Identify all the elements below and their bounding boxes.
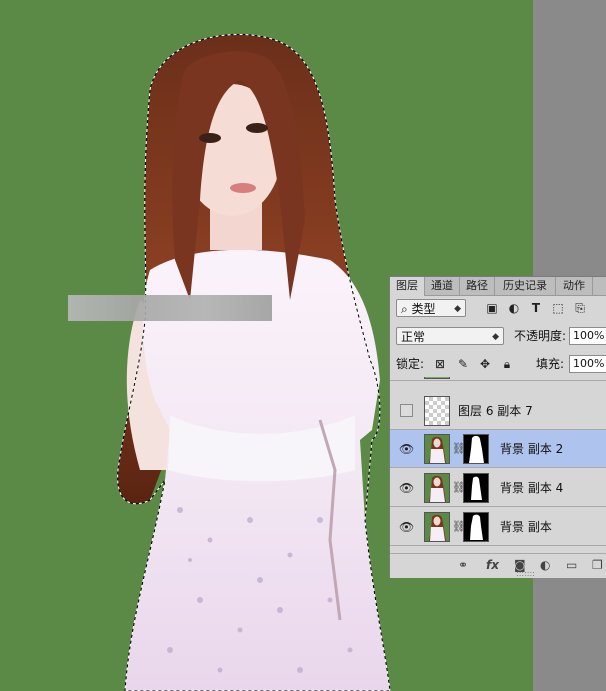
search-icon: ⌕ bbox=[401, 302, 412, 316]
lock-transparent-icon[interactable]: ⊠ bbox=[433, 357, 447, 371]
tab-actions[interactable]: 动作 bbox=[556, 277, 593, 295]
layer-row-selected[interactable]: 👁︎ ⛓︎ 背景 副本 2 bbox=[390, 430, 606, 468]
panel-bottom-toolbar: ⚭ fx ◙ ◐ ▭ ❐ ::::::: bbox=[390, 553, 606, 578]
visibility-toggle[interactable] bbox=[400, 404, 413, 417]
type-filter-icon[interactable]: T bbox=[529, 301, 543, 315]
layer-thumbnail bbox=[424, 396, 450, 426]
redacted-watermark-blur bbox=[68, 295, 272, 321]
layer-name: 背景 副本 4 bbox=[500, 481, 564, 495]
fill-input[interactable]: 100% bbox=[569, 355, 606, 373]
layer-mask-thumbnail[interactable] bbox=[463, 512, 489, 542]
blend-mode-label: 正常 bbox=[401, 330, 426, 344]
folder-icon[interactable]: ▭ bbox=[566, 558, 577, 572]
layer-thumbnail bbox=[424, 512, 450, 542]
lock-row: 锁定: ⊠ ✎ ✥ 🔒︎ 填充: 100% bbox=[390, 355, 606, 377]
panel-tabs: 图层 通道 路径 历史记录 动作 bbox=[390, 277, 606, 296]
eye-icon[interactable]: 👁︎ bbox=[399, 481, 414, 495]
opacity-input[interactable]: 100% bbox=[569, 327, 606, 345]
new-layer-icon[interactable]: ❐ bbox=[592, 558, 603, 572]
adjustment-icon[interactable]: ◐ bbox=[540, 558, 550, 572]
blend-row: 正常 ◆ 不透明度: 100% bbox=[390, 327, 606, 349]
layer-name: 图层 6 副本 7 bbox=[458, 404, 533, 418]
shape-filter-icon[interactable]: ⬚ bbox=[551, 301, 565, 315]
eye-icon[interactable]: 👁︎ bbox=[399, 520, 414, 534]
filter-kind-label: 类型 bbox=[411, 302, 436, 316]
lock-paint-icon[interactable]: ✎ bbox=[456, 357, 470, 371]
lock-label: 锁定: bbox=[396, 357, 425, 371]
layer-thumbnail bbox=[424, 434, 450, 464]
layer-row-partial[interactable] bbox=[390, 377, 606, 381]
layers-list[interactable]: 图层 6 副本 7 👁︎ ⛓︎ 背景 副本 2 👁︎ ⛓︎ 背景 副本 4 👁︎… bbox=[390, 377, 606, 549]
link-icon[interactable]: ⚭ bbox=[458, 558, 468, 572]
layers-panel: 图层 通道 路径 历史记录 动作 ⌕ 类型 ◆ ▣ ◐ T ⬚ ⎘ 正常 ◆ 不… bbox=[389, 276, 606, 578]
tab-layers[interactable]: 图层 bbox=[390, 277, 425, 296]
adjustment-filter-icon[interactable]: ◐ bbox=[507, 301, 521, 315]
blend-mode-select[interactable]: 正常 ◆ bbox=[396, 327, 504, 345]
layer-row[interactable]: 👁︎ ⛓︎ 背景 副本 4 bbox=[390, 469, 606, 507]
tab-channels[interactable]: 通道 bbox=[425, 277, 460, 295]
filter-kind-select[interactable]: ⌕ 类型 ◆ bbox=[396, 299, 466, 317]
opacity-label: 不透明度: bbox=[514, 329, 567, 343]
image-filter-icon[interactable]: ▣ bbox=[485, 301, 499, 315]
layer-name: 背景 副本 bbox=[500, 520, 552, 534]
layer-mask-thumbnail[interactable] bbox=[463, 434, 489, 464]
eye-icon[interactable]: 👁︎ bbox=[399, 442, 414, 456]
layer-thumbnail bbox=[424, 377, 450, 379]
chevron-updown-icon: ◆ bbox=[454, 304, 461, 314]
layer-name: 背景 副本 2 bbox=[500, 442, 564, 456]
fx-icon[interactable]: fx bbox=[486, 558, 499, 572]
layer-mask-thumbnail[interactable] bbox=[463, 473, 489, 503]
lock-all-icon[interactable]: 🔒︎ bbox=[500, 357, 514, 371]
tab-paths[interactable]: 路径 bbox=[460, 277, 495, 295]
layer-row[interactable]: 图层 6 副本 7 bbox=[390, 392, 606, 430]
smart-object-filter-icon[interactable]: ⎘ bbox=[573, 301, 587, 315]
tab-history[interactable]: 历史记录 bbox=[495, 277, 556, 295]
resize-grip[interactable]: ::::::: bbox=[516, 569, 535, 578]
layer-thumbnail bbox=[424, 473, 450, 503]
filter-row: ⌕ 类型 ◆ ▣ ◐ T ⬚ ⎘ bbox=[390, 299, 606, 321]
chevron-updown-icon: ◆ bbox=[492, 332, 499, 342]
fill-label: 填充: bbox=[536, 357, 565, 371]
layer-row[interactable]: 👁︎ ⛓︎ 背景 副本 bbox=[390, 508, 606, 546]
lock-position-icon[interactable]: ✥ bbox=[478, 357, 492, 371]
